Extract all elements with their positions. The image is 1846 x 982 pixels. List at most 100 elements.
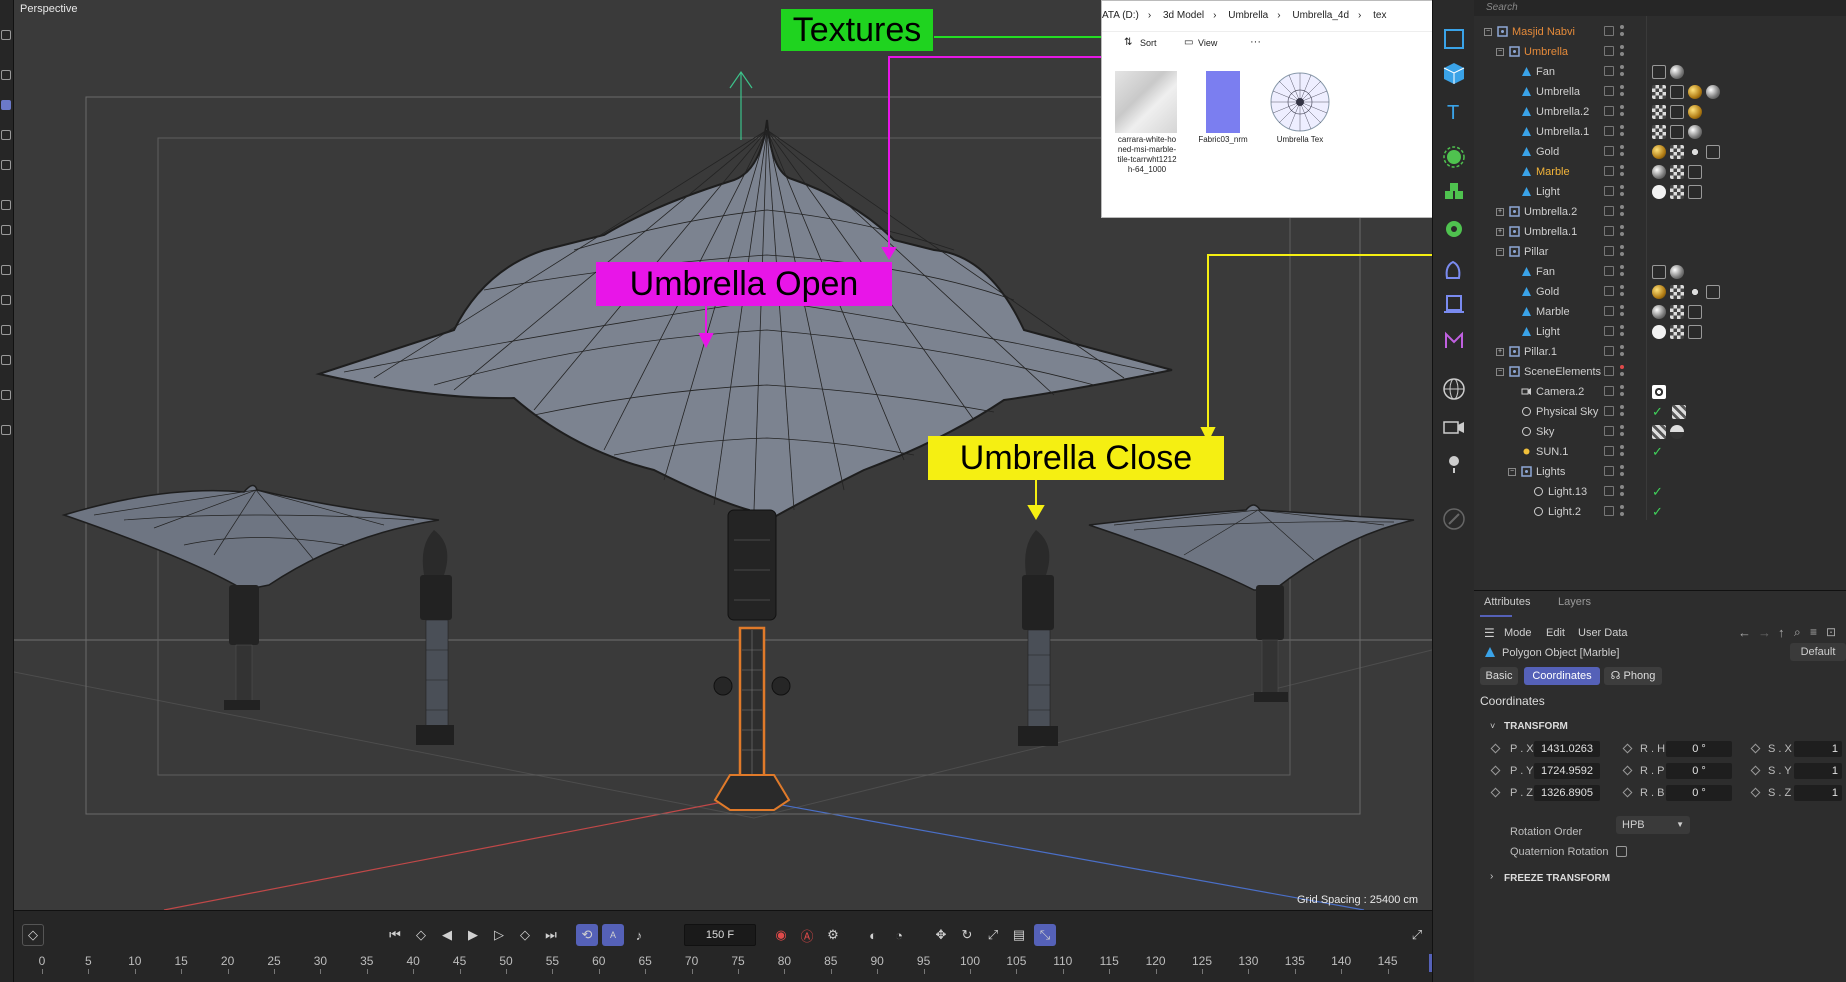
target-material-tag-icon[interactable]: [1652, 385, 1666, 399]
prev-frame-button[interactable]: ◀: [436, 924, 458, 946]
motion-record-button[interactable]: ◐: [862, 924, 884, 946]
visibility-dots-icon[interactable]: [1620, 345, 1624, 358]
edit-toggle-icon[interactable]: [1604, 146, 1614, 156]
autokey-button[interactable]: Ⓐ: [796, 924, 818, 946]
knife-tool-icon[interactable]: [1, 225, 11, 235]
key-pla-button[interactable]: ⤡: [1034, 924, 1056, 946]
edit-toggle-icon[interactable]: [1604, 126, 1614, 136]
tab-attributes[interactable]: Attributes: [1484, 596, 1530, 608]
visibility-dots-icon[interactable]: [1620, 445, 1624, 458]
phong-material-tag-icon[interactable]: [1706, 145, 1720, 159]
key-scale-button[interactable]: ⤢: [982, 924, 1004, 946]
object-name[interactable]: Gold: [1536, 146, 1559, 158]
live-select-tool-icon[interactable]: [1, 30, 11, 40]
breadcrumb-item[interactable]: tex: [1373, 10, 1386, 21]
phong-material-tag-icon[interactable]: [1652, 265, 1666, 279]
visibility-dots-icon[interactable]: [1620, 125, 1624, 138]
key-settings-button[interactable]: ⚙: [822, 924, 844, 946]
menu-user-data[interactable]: User Data: [1578, 627, 1628, 639]
object-name[interactable]: Fan: [1536, 266, 1555, 278]
sphere-material-tag-icon[interactable]: [1670, 265, 1684, 279]
file-thumbnail-fabric[interactable]: [1206, 71, 1240, 133]
edit-toggle-icon[interactable]: [1604, 186, 1614, 196]
phong-material-tag-icon[interactable]: [1688, 325, 1702, 339]
sphere-material-tag-icon[interactable]: [1688, 125, 1702, 139]
object-row[interactable]: Fan: [1474, 62, 1846, 82]
next-frame-button[interactable]: ▷: [488, 924, 510, 946]
gold-material-tag-icon[interactable]: [1652, 145, 1666, 159]
object-name[interactable]: Umbrella.2: [1536, 106, 1589, 118]
enabled-check-icon[interactable]: ✓: [1652, 405, 1666, 419]
object-row[interactable]: Umbrella.1: [1474, 122, 1846, 142]
search-icon[interactable]: ⌕: [1794, 625, 1801, 640]
edit-toggle-icon[interactable]: [1604, 426, 1614, 436]
object-row[interactable]: Sky: [1474, 422, 1846, 442]
checker-material-tag-icon[interactable]: [1652, 125, 1666, 139]
sphere-material-tag-icon[interactable]: [1706, 85, 1720, 99]
pen-tool-icon[interactable]: [1, 355, 11, 365]
object-name[interactable]: Camera.2: [1536, 386, 1584, 398]
visibility-dots-icon[interactable]: [1620, 405, 1624, 418]
edit-toggle-icon[interactable]: [1604, 286, 1614, 296]
edit-toggle-icon[interactable]: [1604, 26, 1614, 36]
light-icon[interactable]: [1441, 450, 1467, 476]
visibility-dots-icon[interactable]: [1620, 505, 1624, 518]
3d-viewport[interactable]: Perspective Grid Spacing : 25400 cm Text…: [14, 0, 1432, 910]
edit-toggle-icon[interactable]: [1604, 166, 1614, 176]
breadcrumb-item[interactable]: Umbrella: [1228, 10, 1268, 21]
gold-material-tag-icon[interactable]: [1688, 105, 1702, 119]
rot-h-field[interactable]: 0 °: [1666, 741, 1732, 757]
visibility-dots-icon[interactable]: [1620, 205, 1624, 218]
phong-material-tag-icon[interactable]: [1688, 165, 1702, 179]
visibility-dots-icon[interactable]: [1620, 85, 1624, 98]
object-row[interactable]: SUN.1 ✓: [1474, 442, 1846, 462]
effector-gear-icon[interactable]: [1441, 216, 1467, 242]
object-row[interactable]: Light.13 ✓: [1474, 482, 1846, 502]
object-name[interactable]: Sky: [1536, 426, 1554, 438]
menu-mode[interactable]: Mode: [1504, 627, 1532, 639]
phong-material-tag-icon[interactable]: [1670, 105, 1684, 119]
generator-icon[interactable]: [1441, 144, 1467, 170]
sphere-material-tag-icon[interactable]: [1652, 305, 1666, 319]
collapse-icon[interactable]: −: [1496, 368, 1504, 376]
object-name[interactable]: Umbrella.1: [1524, 226, 1577, 238]
collapse-icon[interactable]: −: [1484, 28, 1492, 36]
paint-tool-icon[interactable]: [1, 325, 11, 335]
freeze-transform-group-label[interactable]: FREEZE TRANSFORM: [1504, 873, 1610, 884]
field-icon[interactable]: [1441, 290, 1467, 316]
rotation-order-dropdown[interactable]: HPB ▼: [1616, 816, 1690, 834]
object-name[interactable]: Gold: [1536, 286, 1559, 298]
chevron-right-icon[interactable]: ›: [1490, 871, 1493, 882]
preview-range-button[interactable]: A: [602, 924, 624, 946]
visibility-dots-icon[interactable]: [1620, 305, 1624, 318]
sort-button[interactable]: Sort: [1140, 38, 1157, 48]
object-row[interactable]: Physical Sky ✓: [1474, 402, 1846, 422]
lasso-tool-icon[interactable]: [1, 390, 11, 400]
checker-material-tag-icon[interactable]: [1652, 105, 1666, 119]
edit-toggle-icon[interactable]: [1604, 346, 1614, 356]
object-name[interactable]: Light: [1536, 326, 1560, 338]
tab-basic[interactable]: Basic: [1480, 667, 1518, 685]
object-name[interactable]: Umbrella: [1524, 46, 1568, 58]
smooth-tool-icon[interactable]: [1, 295, 11, 305]
visibility-dots-icon[interactable]: [1620, 385, 1624, 398]
camera-label[interactable]: Perspective: [20, 3, 77, 15]
hamburger-menu-icon[interactable]: ☰: [1484, 626, 1495, 640]
breadcrumb-item[interactable]: 3d Model: [1163, 10, 1204, 21]
edit-toggle-icon[interactable]: [1604, 226, 1614, 236]
tab-phong[interactable]: ☊ Phong: [1604, 667, 1662, 685]
object-row[interactable]: Fan: [1474, 262, 1846, 282]
preset-dropdown[interactable]: Default: [1790, 643, 1846, 661]
object-name[interactable]: Light.13: [1548, 486, 1587, 498]
visibility-dots-icon[interactable]: [1620, 285, 1624, 298]
expand-icon[interactable]: +: [1496, 348, 1504, 356]
quaternion-checkbox[interactable]: [1616, 846, 1627, 857]
collapse-icon[interactable]: −: [1508, 468, 1516, 476]
enabled-check-icon[interactable]: ✓: [1652, 485, 1666, 499]
white-material-tag-icon[interactable]: [1652, 325, 1666, 339]
edit-toggle-icon[interactable]: [1604, 46, 1614, 56]
sphere-material-tag-icon[interactable]: [1652, 165, 1666, 179]
loop-button[interactable]: ⟲: [576, 924, 598, 946]
checker-material-tag-icon[interactable]: [1670, 285, 1684, 299]
visibility-dots-icon[interactable]: [1620, 365, 1624, 378]
